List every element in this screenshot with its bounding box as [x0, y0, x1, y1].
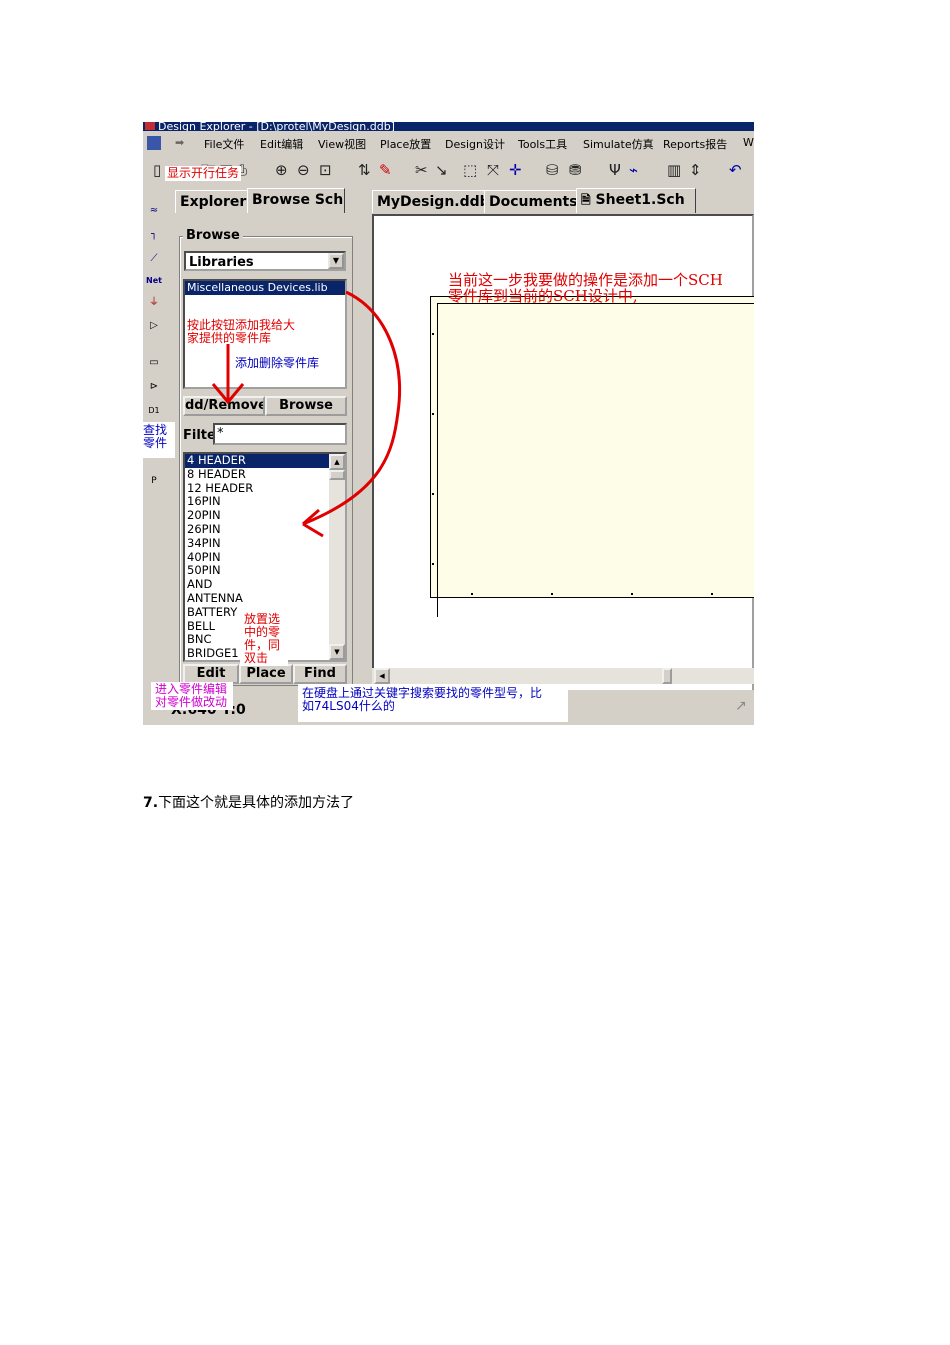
caption-number: 7. — [143, 795, 159, 811]
caption: 7.下面这个就是具体的添加方法了 — [143, 792, 354, 812]
curved-arrow-head — [302, 508, 324, 538]
caption-text: 下面这个就是具体的添加方法了 — [158, 795, 355, 811]
curved-red-arrow — [302, 290, 402, 526]
annotation-arrows — [211, 290, 402, 538]
screenshot: Design Explorer - [D:\protel\MyDesign.dd… — [143, 122, 754, 725]
